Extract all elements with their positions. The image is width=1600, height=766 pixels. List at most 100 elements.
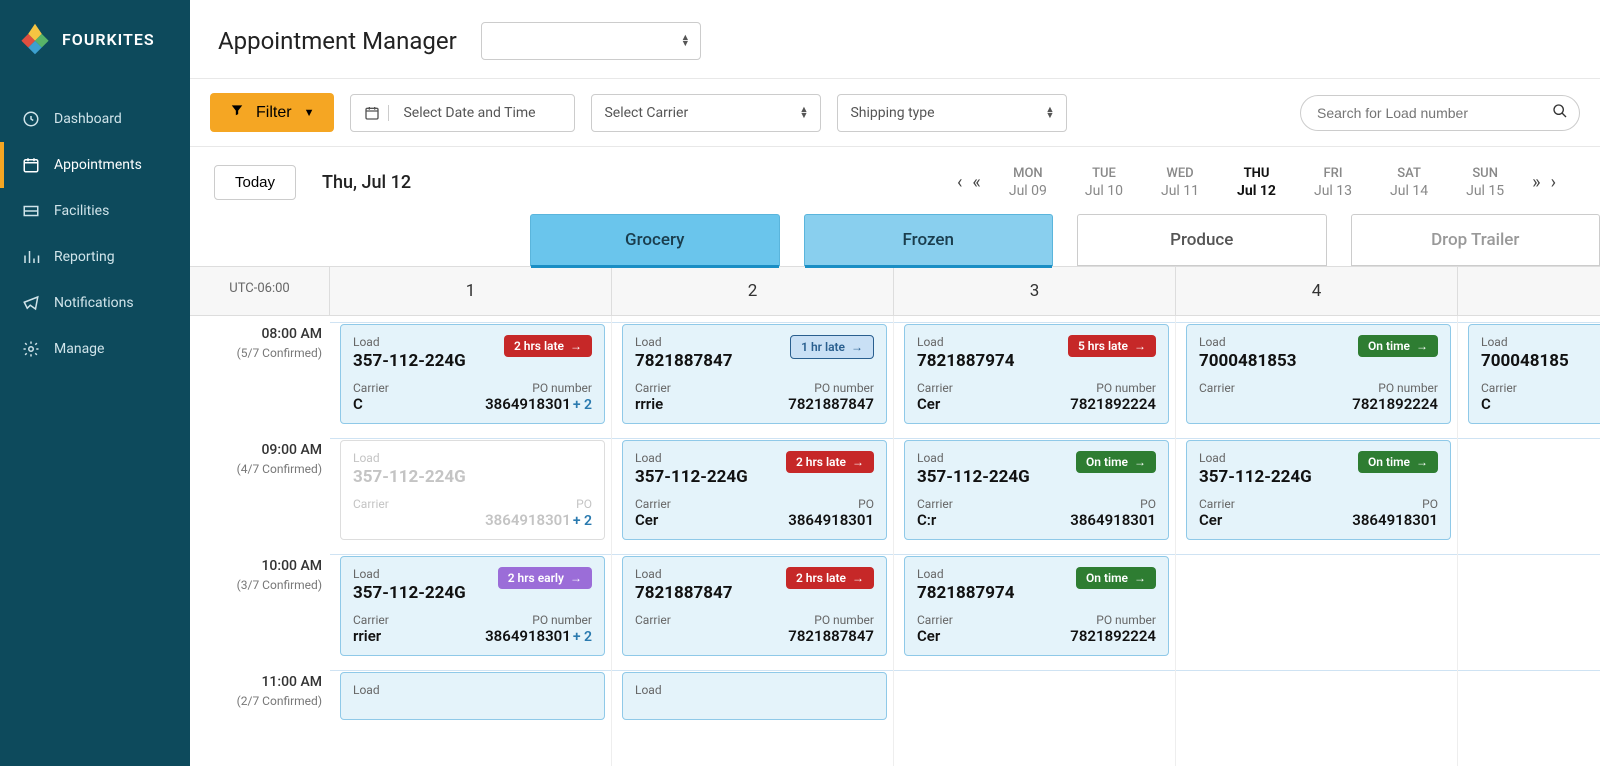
load-id: 7821887974 <box>917 351 1015 371</box>
load-label: Load <box>917 567 1015 581</box>
load-card[interactable]: Load78218878471 hr late →CarrierrrriePO … <box>622 324 887 424</box>
search-input[interactable] <box>1300 95 1580 131</box>
prev-arrows[interactable]: ‹« <box>957 172 981 193</box>
load-card[interactable]: Load357-112-224GOn time →CarrierC:rPO386… <box>904 440 1169 540</box>
date-jul-09[interactable]: MONJul 09 <box>1009 166 1047 199</box>
date-jul-13[interactable]: FRIJul 13 <box>1314 166 1352 199</box>
date-jul-11[interactable]: WEDJul 11 <box>1161 166 1199 199</box>
carrier-label: Carrier <box>917 381 1033 395</box>
facility-select[interactable]: ▲▼ <box>481 22 701 60</box>
shipping-type-select[interactable]: Shipping type ▲▼ <box>837 94 1067 132</box>
carrier-select[interactable]: Select Carrier ▲▼ <box>591 94 821 132</box>
sidebar-item-appointments[interactable]: Appointments <box>0 142 190 188</box>
po-label: PO <box>477 497 593 511</box>
sidebar-item-notifications[interactable]: Notifications <box>0 280 190 326</box>
page-title: Appointment Manager <box>218 27 457 55</box>
status-badge: 2 hrs late → <box>786 567 874 589</box>
next-arrows[interactable]: »› <box>1532 172 1556 193</box>
carrier-label: Carrier <box>1199 497 1315 511</box>
column-header: 4 <box>1176 267 1458 315</box>
schedule-cell: Load78218878471 hr late →CarrierrrriePO … <box>612 316 894 432</box>
carrier-label: Carrier <box>353 497 469 511</box>
carrier-value: rrrie <box>635 395 751 413</box>
appointments-icon <box>22 156 40 174</box>
po-label: PO <box>759 497 875 511</box>
schedule-cell <box>1458 548 1600 664</box>
filter-button[interactable]: Filter ▼ <box>210 93 334 132</box>
date-jul-10[interactable]: TUEJul 10 <box>1085 166 1123 199</box>
load-card[interactable]: Load357-112-224G2 hrs early →Carrierrrie… <box>340 556 605 656</box>
po-value: 7821887847 <box>759 627 875 645</box>
date-time-select[interactable]: Select Date and Time <box>350 94 575 132</box>
double-chevron-right-icon: » <box>1532 172 1540 193</box>
tab-produce[interactable]: Produce <box>1077 214 1327 266</box>
load-id: 357-112-224G <box>353 583 466 603</box>
load-card[interactable]: Load357-112-224G2 hrs late →CarrierCerPO… <box>622 440 887 540</box>
sidebar-nav: Dashboard Appointments FacilitiesReporting… <box>0 96 190 372</box>
po-value: 3864918301 <box>759 511 875 529</box>
schedule-cell: Load357-112-224G2 hrs late →CarrierCPO n… <box>330 316 612 432</box>
po-label: PO number <box>477 381 593 395</box>
carrier-value: Cer <box>917 395 1033 413</box>
sidebar-item-dashboard[interactable]: Dashboard <box>0 96 190 142</box>
load-card[interactable]: Load357-112-224G2 hrs late →CarrierCPO n… <box>340 324 605 424</box>
calendar-icon <box>363 105 389 121</box>
load-card[interactable]: Load700048185CarrierC <box>1468 324 1600 424</box>
load-card[interactable]: Load357-112-224GCarrierPO3864918301+ 2 <box>340 440 605 540</box>
load-card[interactable]: Load <box>622 672 887 720</box>
chevron-down-icon: ▼ <box>304 107 315 119</box>
po-value: 7821892224 <box>1041 627 1157 645</box>
time-confirmed: (5/7 Confirmed) <box>190 346 322 360</box>
po-value: 3864918301 <box>1041 511 1157 529</box>
brand-logo: FOURKITES <box>0 0 190 78</box>
carrier-value: Cer <box>635 511 751 529</box>
today-button[interactable]: Today <box>214 165 296 200</box>
sidebar-item-manage[interactable]: Manage <box>0 326 190 372</box>
carrier-label: Carrier <box>917 497 1033 511</box>
tab-drop-trailer[interactable]: Drop Trailer <box>1351 214 1600 266</box>
tab-frozen[interactable]: Frozen <box>804 214 1054 266</box>
column-header <box>1458 267 1600 315</box>
load-card[interactable]: Load78218878472 hrs late →CarrierPO numb… <box>622 556 887 656</box>
time-hour: 10:00 AM <box>190 558 322 574</box>
sidebar-item-facilities[interactable]: Facilities <box>0 188 190 234</box>
load-card[interactable]: Load78218879745 hrs late →CarrierCerPO n… <box>904 324 1169 424</box>
carrier-label: Carrier <box>1199 381 1315 395</box>
load-id: 7000481853 <box>1199 351 1297 371</box>
filter-bar: Filter ▼ Select Date and Time Select Car… <box>190 79 1600 147</box>
nav-label: Manage <box>54 341 104 357</box>
logo-icon <box>18 22 52 56</box>
schedule-cell <box>1458 432 1600 548</box>
manage-icon <box>22 340 40 358</box>
time-row: 11:00 AM(2/7 Confirmed)LoadLoad <box>190 664 1600 766</box>
po-value: 3864918301 <box>1323 511 1439 529</box>
nav-label: Notifications <box>54 295 134 311</box>
schedule-rows: 08:00 AM(5/7 Confirmed)Load357-112-224G2… <box>190 316 1600 766</box>
po-value: 7821892224 <box>1041 395 1157 413</box>
po-label: PO number <box>1323 381 1439 395</box>
carrier-value: C <box>1481 395 1597 413</box>
column-header: 2 <box>612 267 894 315</box>
load-card[interactable]: Load <box>340 672 605 720</box>
load-card[interactable]: Load7821887974On time →CarrierCerPO numb… <box>904 556 1169 656</box>
schedule-cell: Load357-112-224G2 hrs early →Carrierrrie… <box>330 548 612 664</box>
nav-label: Appointments <box>54 157 142 173</box>
po-label: PO <box>1323 497 1439 511</box>
schedule-cell: Load357-112-224GOn time →CarrierCerPO386… <box>1176 432 1458 548</box>
schedule-cell <box>1176 664 1458 766</box>
load-card[interactable]: Load7000481853On time →CarrierPO number7… <box>1186 324 1451 424</box>
date-jul-14[interactable]: SATJul 14 <box>1390 166 1428 199</box>
tab-grocery[interactable]: Grocery <box>530 214 780 266</box>
current-date: Thu, Jul 12 <box>322 172 411 193</box>
date-select-label: Select Date and Time <box>403 105 562 121</box>
date-jul-12[interactable]: THUJul 12 <box>1237 166 1276 199</box>
date-jul-15[interactable]: SUNJul 15 <box>1466 166 1504 199</box>
po-extra: + 2 <box>573 513 592 529</box>
arrow-right-icon: → <box>851 340 863 354</box>
load-card[interactable]: Load357-112-224GOn time →CarrierCerPO386… <box>1186 440 1451 540</box>
po-label: PO number <box>1041 381 1157 395</box>
sidebar-item-reporting[interactable]: Reporting <box>0 234 190 280</box>
time-label: 10:00 AM(3/7 Confirmed) <box>190 548 330 664</box>
category-tabs: Grocery Frozen Produce Drop Trailer <box>190 200 1600 266</box>
load-label: Load <box>635 335 733 349</box>
